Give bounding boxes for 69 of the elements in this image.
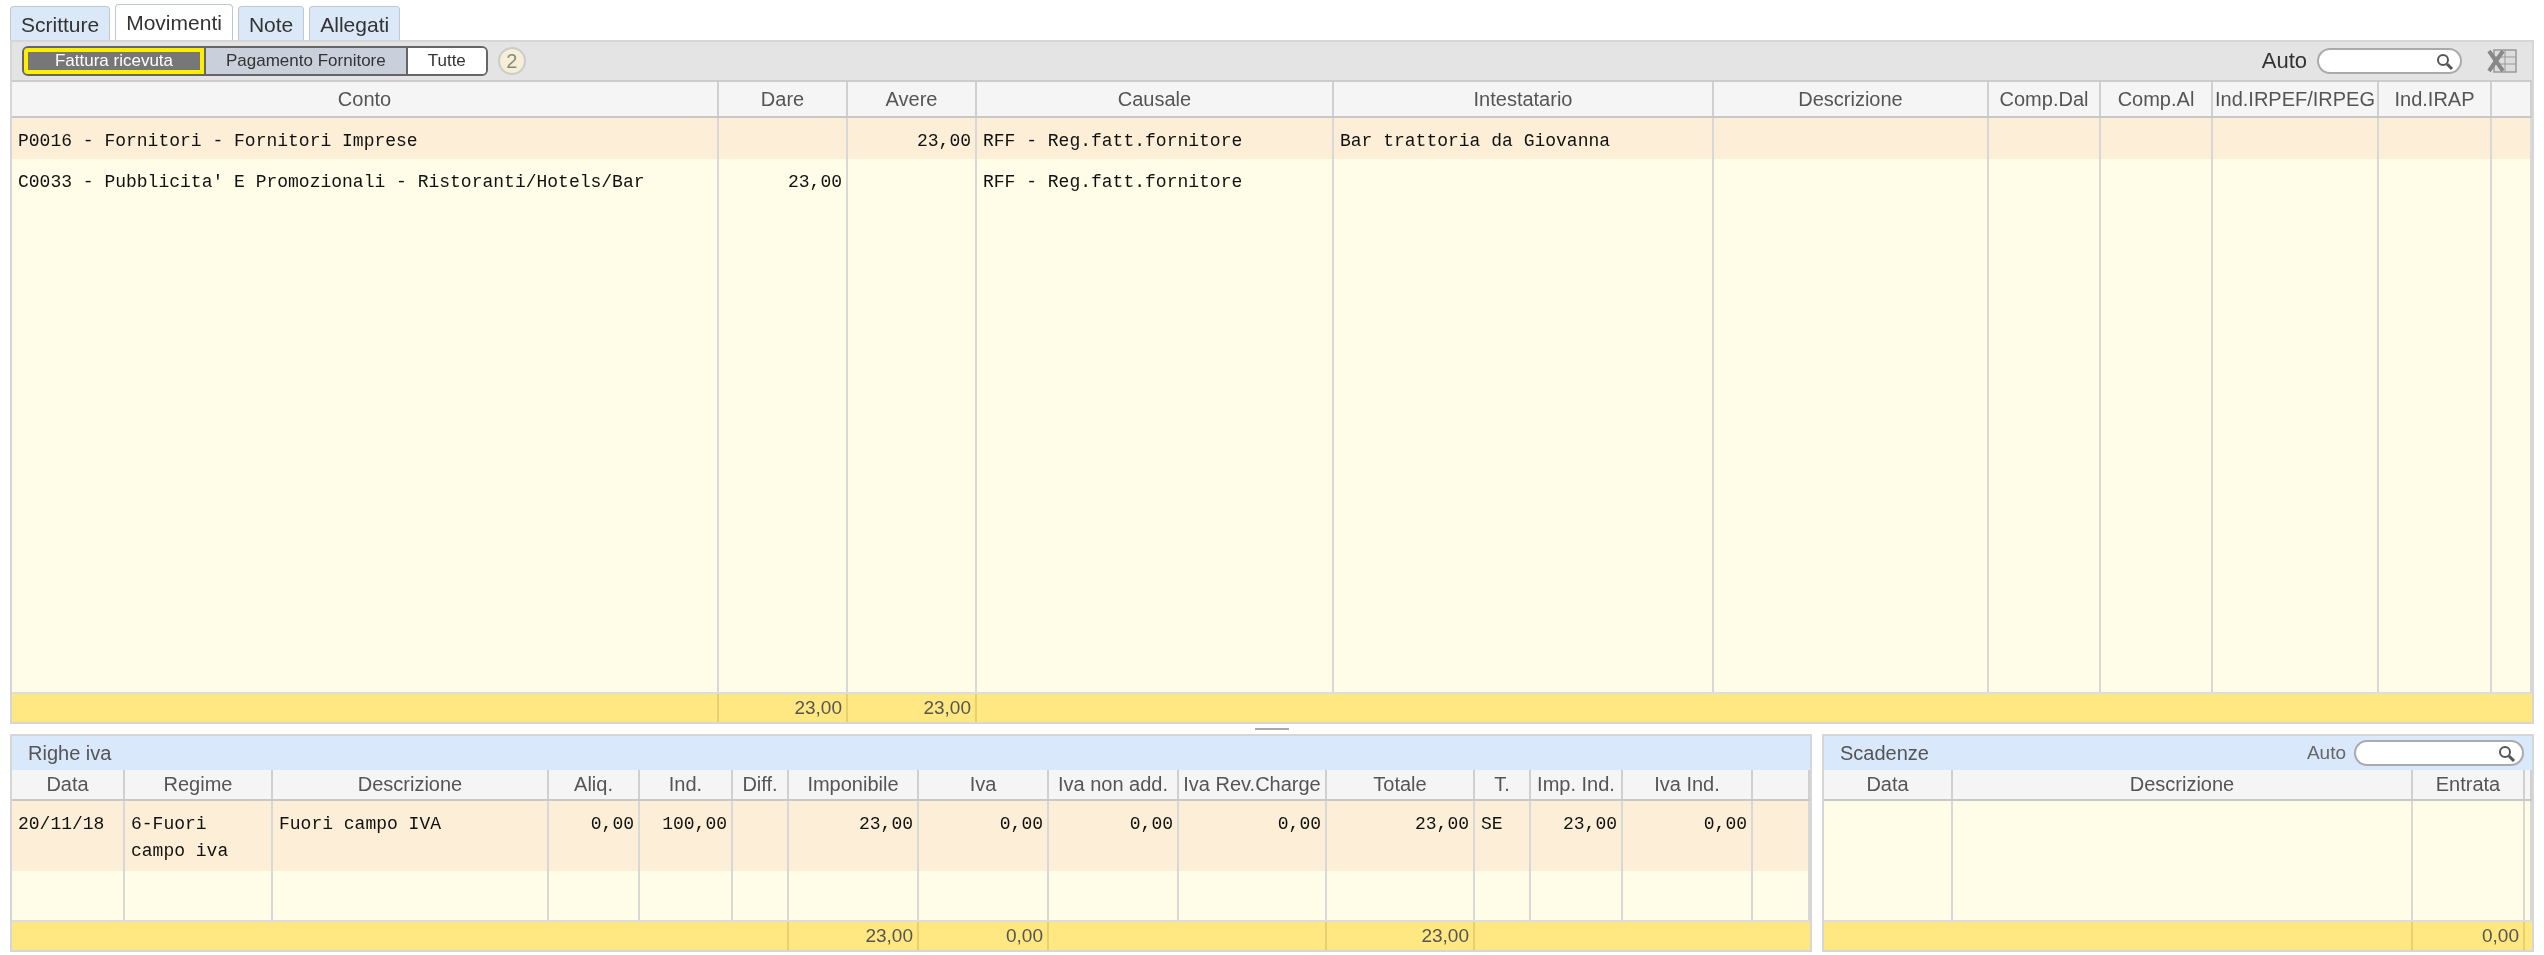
search-label: Auto [2261,48,2307,74]
total-cell: 23,00 [789,922,919,950]
table-cell: 0,00 [1179,801,1327,871]
column-header[interactable]: Comp.Al [2101,82,2213,116]
column-header[interactable]: Descrizione [273,770,549,799]
count-badge: 2 [497,47,526,75]
column-header[interactable]: Entrata [2413,770,2525,799]
table-row[interactable]: P0016 - Fornitori - Fornitori Imprese 23,00 RFF - Reg.fatt.fornitore Bar trattoria da Giovanna [12,118,2532,159]
table-row[interactable]: 20/11/18 6-Fuori campo iva Fuori campo IVA 0,00 100,00 23,00 0,00 0,00 0,00 23,00 SE 23,00 0,00 [12,801,1810,871]
column-header[interactable]: Iva non add. [1049,770,1179,799]
column-header[interactable]: Comp.Dal [1989,82,2101,116]
section-title: Righe iva [28,741,112,765]
table-cell: 100,00 [640,801,733,871]
tab[interactable]: Scritture [10,6,111,40]
search-field[interactable] [2354,740,2524,766]
column-header[interactable]: Data [12,770,125,799]
table-cell: 0,00 [549,801,640,871]
table-cell: C0033 - Pubblicita' E Promozionali - Ristoranti/Hotels/Bar [12,159,719,200]
column-header[interactable]: Aliq. [549,770,640,799]
column-header[interactable]: Descrizione [1714,82,1989,116]
column-header[interactable]: Iva Rev.Charge [1179,770,1327,799]
column-header[interactable]: Ind.IRAP [2379,82,2492,116]
section-title: Scadenze [1840,741,1929,765]
table-cell: RFF - Reg.fatt.fornitore [977,159,1334,200]
table-cell: 0,00 [919,801,1049,871]
search-label: Auto [2306,742,2346,764]
column-header[interactable]: T. [1475,770,1531,799]
splitter-handle[interactable] [1255,728,1289,730]
search-icon [2498,745,2516,763]
total-cell: 23,00 [1327,922,1475,950]
table-cell: 6-Fuori campo iva [125,801,273,871]
column-header[interactable]: Iva [919,770,1049,799]
column-header[interactable]: Imponibile [789,770,919,799]
total-cell: 23,00 [719,694,848,722]
filter-button[interactable]: Fattura ricevuta [24,48,204,74]
column-header[interactable]: Regime [125,770,273,799]
column-header[interactable]: Intestatario [1334,82,1714,116]
tab[interactable]: Movimenti [115,4,233,40]
search-icon [2436,53,2454,71]
column-header[interactable]: Data [1824,770,1953,799]
filter-button[interactable]: Tutte [405,48,486,74]
total-cell: 0,00 [919,922,1049,950]
total-cell: 23,00 [848,694,977,722]
tab[interactable]: Note [237,6,305,40]
column-header[interactable]: Ind.IRPEF/IRPEG [2213,82,2379,116]
search-field[interactable] [2317,48,2462,74]
table-cell: 23,00 [1531,801,1623,871]
column-header[interactable]: Avere [848,82,977,116]
filter-button[interactable]: Pagamento Fornitore [204,48,406,74]
column-header[interactable]: Iva Ind. [1623,770,1753,799]
table-cell: Fuori campo IVA [273,801,549,871]
table-cell: SE [1475,801,1531,871]
table-cell: 20/11/18 [12,801,125,871]
table-cell: 0,00 [1049,801,1179,871]
table-cell: 23,00 [1327,801,1475,871]
total-cell: 0,00 [2413,922,2525,950]
column-header[interactable]: Causale [977,82,1334,116]
table-cell: 23,00 [719,159,848,200]
column-header[interactable]: Totale [1327,770,1475,799]
table-cell: 23,00 [789,801,919,871]
column-header[interactable]: Dare [719,82,848,116]
column-header[interactable]: Imp. Ind. [1531,770,1623,799]
spreadsheet-export-icon[interactable] [2486,46,2520,76]
table-cell: 0,00 [1623,801,1753,871]
column-header[interactable]: Descrizione [1953,770,2413,799]
column-header[interactable]: Ind. [640,770,733,799]
column-header[interactable]: Conto [12,82,719,116]
column-header[interactable]: Diff. [733,770,789,799]
tab[interactable]: Allegati [309,6,401,40]
